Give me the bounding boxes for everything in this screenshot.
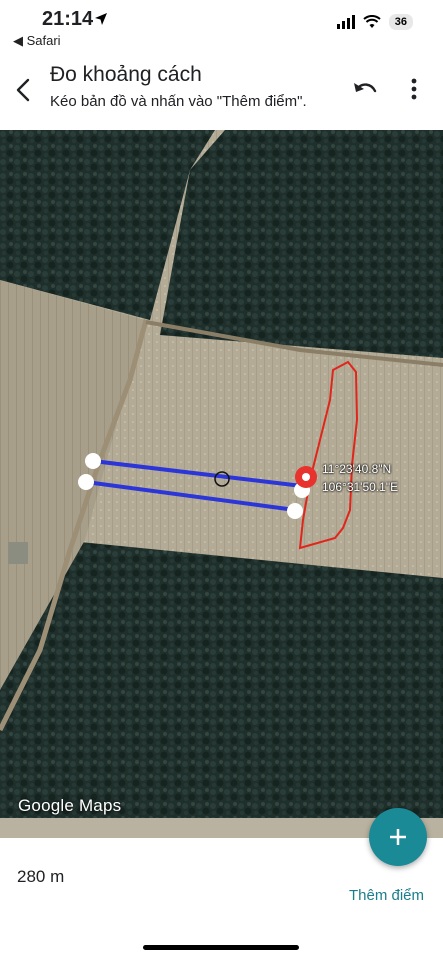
page-title: Đo khoảng cách [50,63,202,86]
satellite-map[interactable]: 11°23'40.8"N 106°31'50.1"E Google Maps [0,130,443,838]
more-vertical-icon[interactable] [405,77,423,101]
back-arrow-icon[interactable] [12,77,36,103]
longitude-label: 106°31'50.1"E [322,480,399,494]
status-time: 21:14 [42,8,94,30]
signal-icon [336,15,355,29]
location-arrow-icon [95,13,107,25]
app-header: Đo khoảng cách Kéo bản đồ và nhấn vào "T… [0,55,443,130]
back-to-safari-link[interactable]: ◀ Safari [13,33,61,49]
plus-icon [390,829,406,845]
latitude-label: 11°23'40.8"N [322,462,392,476]
measure-point[interactable] [78,474,94,490]
map-building [8,542,28,564]
location-pin-icon [295,466,317,488]
measure-point[interactable] [85,453,101,469]
page-subtitle: Kéo bản đồ và nhấn vào "Thêm điểm". [50,93,307,110]
add-point-button[interactable]: Thêm điểm [349,887,424,904]
map-attribution: Google Maps [18,796,122,815]
status-icons: 36 [336,14,413,30]
distance-value: 280 m [17,867,65,886]
add-point-fab[interactable] [369,808,427,866]
battery-indicator: 36 [388,14,413,30]
status-bar: 21:14 ◀ Safari 36 [0,0,443,48]
wifi-icon [363,15,381,28]
measure-point[interactable] [287,503,303,519]
undo-icon[interactable] [352,79,378,101]
home-indicator [143,945,299,950]
